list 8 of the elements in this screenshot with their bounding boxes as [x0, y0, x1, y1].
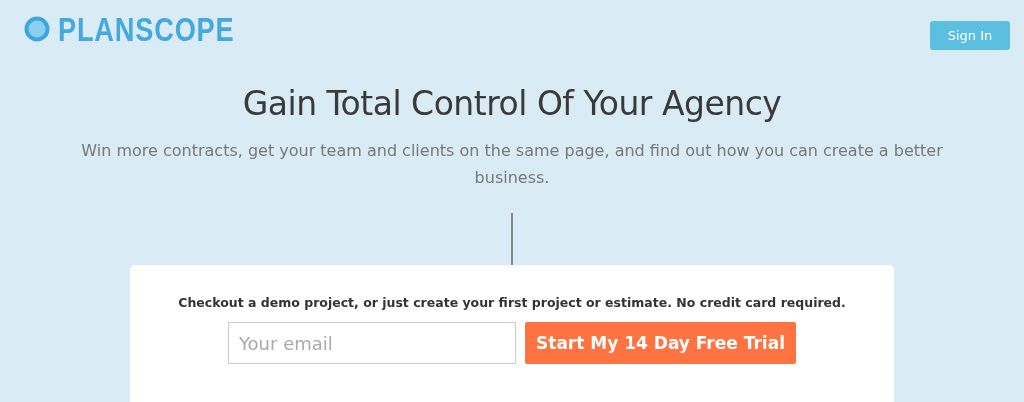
- hero-subtitle: Win more contracts, get your team and clients on the same page, and find out how you can create a better business.: [80, 140, 944, 189]
- logo-text[interactable]: PLANSCOPE: [58, 12, 235, 46]
- signup-note: Checkout a demo project, or just create your first project or estimate. No credit card required.: [178, 295, 846, 310]
- logo-circle-icon: [24, 16, 50, 42]
- sign-in-button[interactable]: Sign In: [930, 21, 1010, 50]
- hero-title: Gain Total Control Of Your Agency: [242, 84, 782, 123]
- email-field[interactable]: Your email: [228, 322, 516, 364]
- free-trial-button[interactable]: Start My 14 Day Free Trial: [525, 322, 796, 364]
